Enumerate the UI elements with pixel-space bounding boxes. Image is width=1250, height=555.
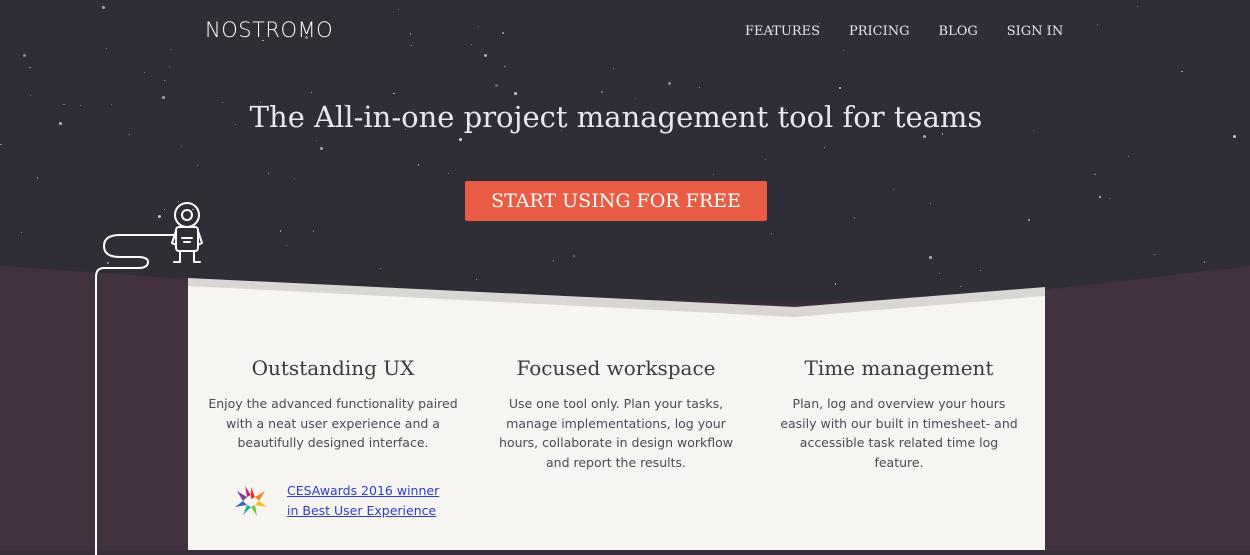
star <box>22 53 26 57</box>
feature-title: Outstanding UX <box>251 356 415 380</box>
star <box>770 233 772 235</box>
feature-focused-workspace: Focused workspace Use one tool only. Pla… <box>471 356 761 472</box>
star <box>268 172 270 174</box>
star <box>164 79 166 81</box>
hero-title: The All-in-one project management tool f… <box>249 100 983 134</box>
star <box>380 267 382 269</box>
star <box>1181 70 1183 73</box>
star <box>824 147 826 149</box>
feature-title: Time management <box>804 356 994 380</box>
star <box>980 269 982 271</box>
award-badge: CESAwards 2016 winner in Best User Exper… <box>233 481 439 521</box>
star <box>930 202 932 204</box>
star <box>105 48 107 50</box>
star <box>929 256 933 260</box>
star <box>417 164 420 166</box>
star <box>411 45 413 47</box>
star <box>29 95 31 97</box>
star <box>1137 5 1139 7</box>
nav-pricing[interactable]: PRICING <box>849 24 910 39</box>
star <box>713 174 715 176</box>
star <box>36 177 39 179</box>
star <box>1203 261 1206 263</box>
star <box>923 134 927 138</box>
award-line-1: CESAwards 2016 winner <box>287 483 440 498</box>
star <box>484 54 488 58</box>
nav-sign-in[interactable]: SIGN IN <box>1007 24 1063 39</box>
feature-title: Focused workspace <box>516 356 716 380</box>
star <box>839 87 841 89</box>
star <box>1094 173 1096 176</box>
star <box>842 49 845 52</box>
star <box>699 87 700 89</box>
star <box>502 32 504 34</box>
star <box>764 159 766 161</box>
star <box>101 6 105 10</box>
star <box>938 272 940 274</box>
star <box>601 91 603 93</box>
award-logo-icon <box>235 486 267 516</box>
star <box>1233 134 1237 138</box>
star <box>161 95 165 99</box>
feature-outstanding-ux: Outstanding UX Enjoy the advanced functi… <box>188 356 478 453</box>
star <box>143 71 145 73</box>
star <box>459 137 463 141</box>
star <box>668 82 672 86</box>
star <box>409 33 412 35</box>
star <box>504 65 506 68</box>
star <box>612 67 614 69</box>
star <box>552 260 554 262</box>
star <box>1128 155 1130 157</box>
star <box>398 8 400 10</box>
start-free-button[interactable]: START USING FOR FREE <box>465 181 767 221</box>
star <box>892 188 894 190</box>
star <box>470 43 473 46</box>
feature-text: Use one tool only. Plan your tasks, mana… <box>499 396 733 470</box>
star <box>279 230 282 232</box>
award-line-2: in Best User Experience <box>287 503 437 518</box>
star <box>169 66 171 68</box>
brand-logo[interactable]: NOSTROMO <box>205 18 333 42</box>
award-link[interactable]: CESAwards 2016 winner in Best User Exper… <box>287 481 439 521</box>
star <box>0 143 2 146</box>
feature-text: Enjoy the advanced functionality paired … <box>208 396 458 450</box>
star <box>1108 198 1110 200</box>
star <box>170 48 172 50</box>
star <box>315 139 318 142</box>
star <box>1028 219 1030 221</box>
star <box>20 231 22 233</box>
star <box>196 165 198 167</box>
star <box>181 145 183 147</box>
star <box>834 283 837 285</box>
star <box>513 92 517 96</box>
star <box>495 83 498 87</box>
feature-time-management: Time management Plan, log and overview y… <box>754 356 1044 472</box>
star <box>29 66 31 69</box>
star <box>1096 24 1099 26</box>
nav-blog[interactable]: BLOG <box>939 24 978 39</box>
star <box>853 217 856 219</box>
star <box>393 92 395 95</box>
star <box>959 285 961 287</box>
feature-text: Plan, log and overview your hours easily… <box>780 396 1018 470</box>
star <box>293 177 296 180</box>
star <box>319 146 323 150</box>
star <box>1099 196 1101 198</box>
star <box>1153 253 1155 255</box>
star <box>634 97 637 100</box>
star <box>310 91 313 94</box>
star <box>573 255 575 257</box>
star <box>286 245 288 246</box>
star <box>312 230 315 232</box>
nav-features[interactable]: FEATURES <box>745 24 820 39</box>
star <box>478 25 480 27</box>
top-nav: FEATURES PRICING BLOG SIGN IN <box>745 24 1063 39</box>
star <box>475 279 477 281</box>
star <box>447 172 450 175</box>
